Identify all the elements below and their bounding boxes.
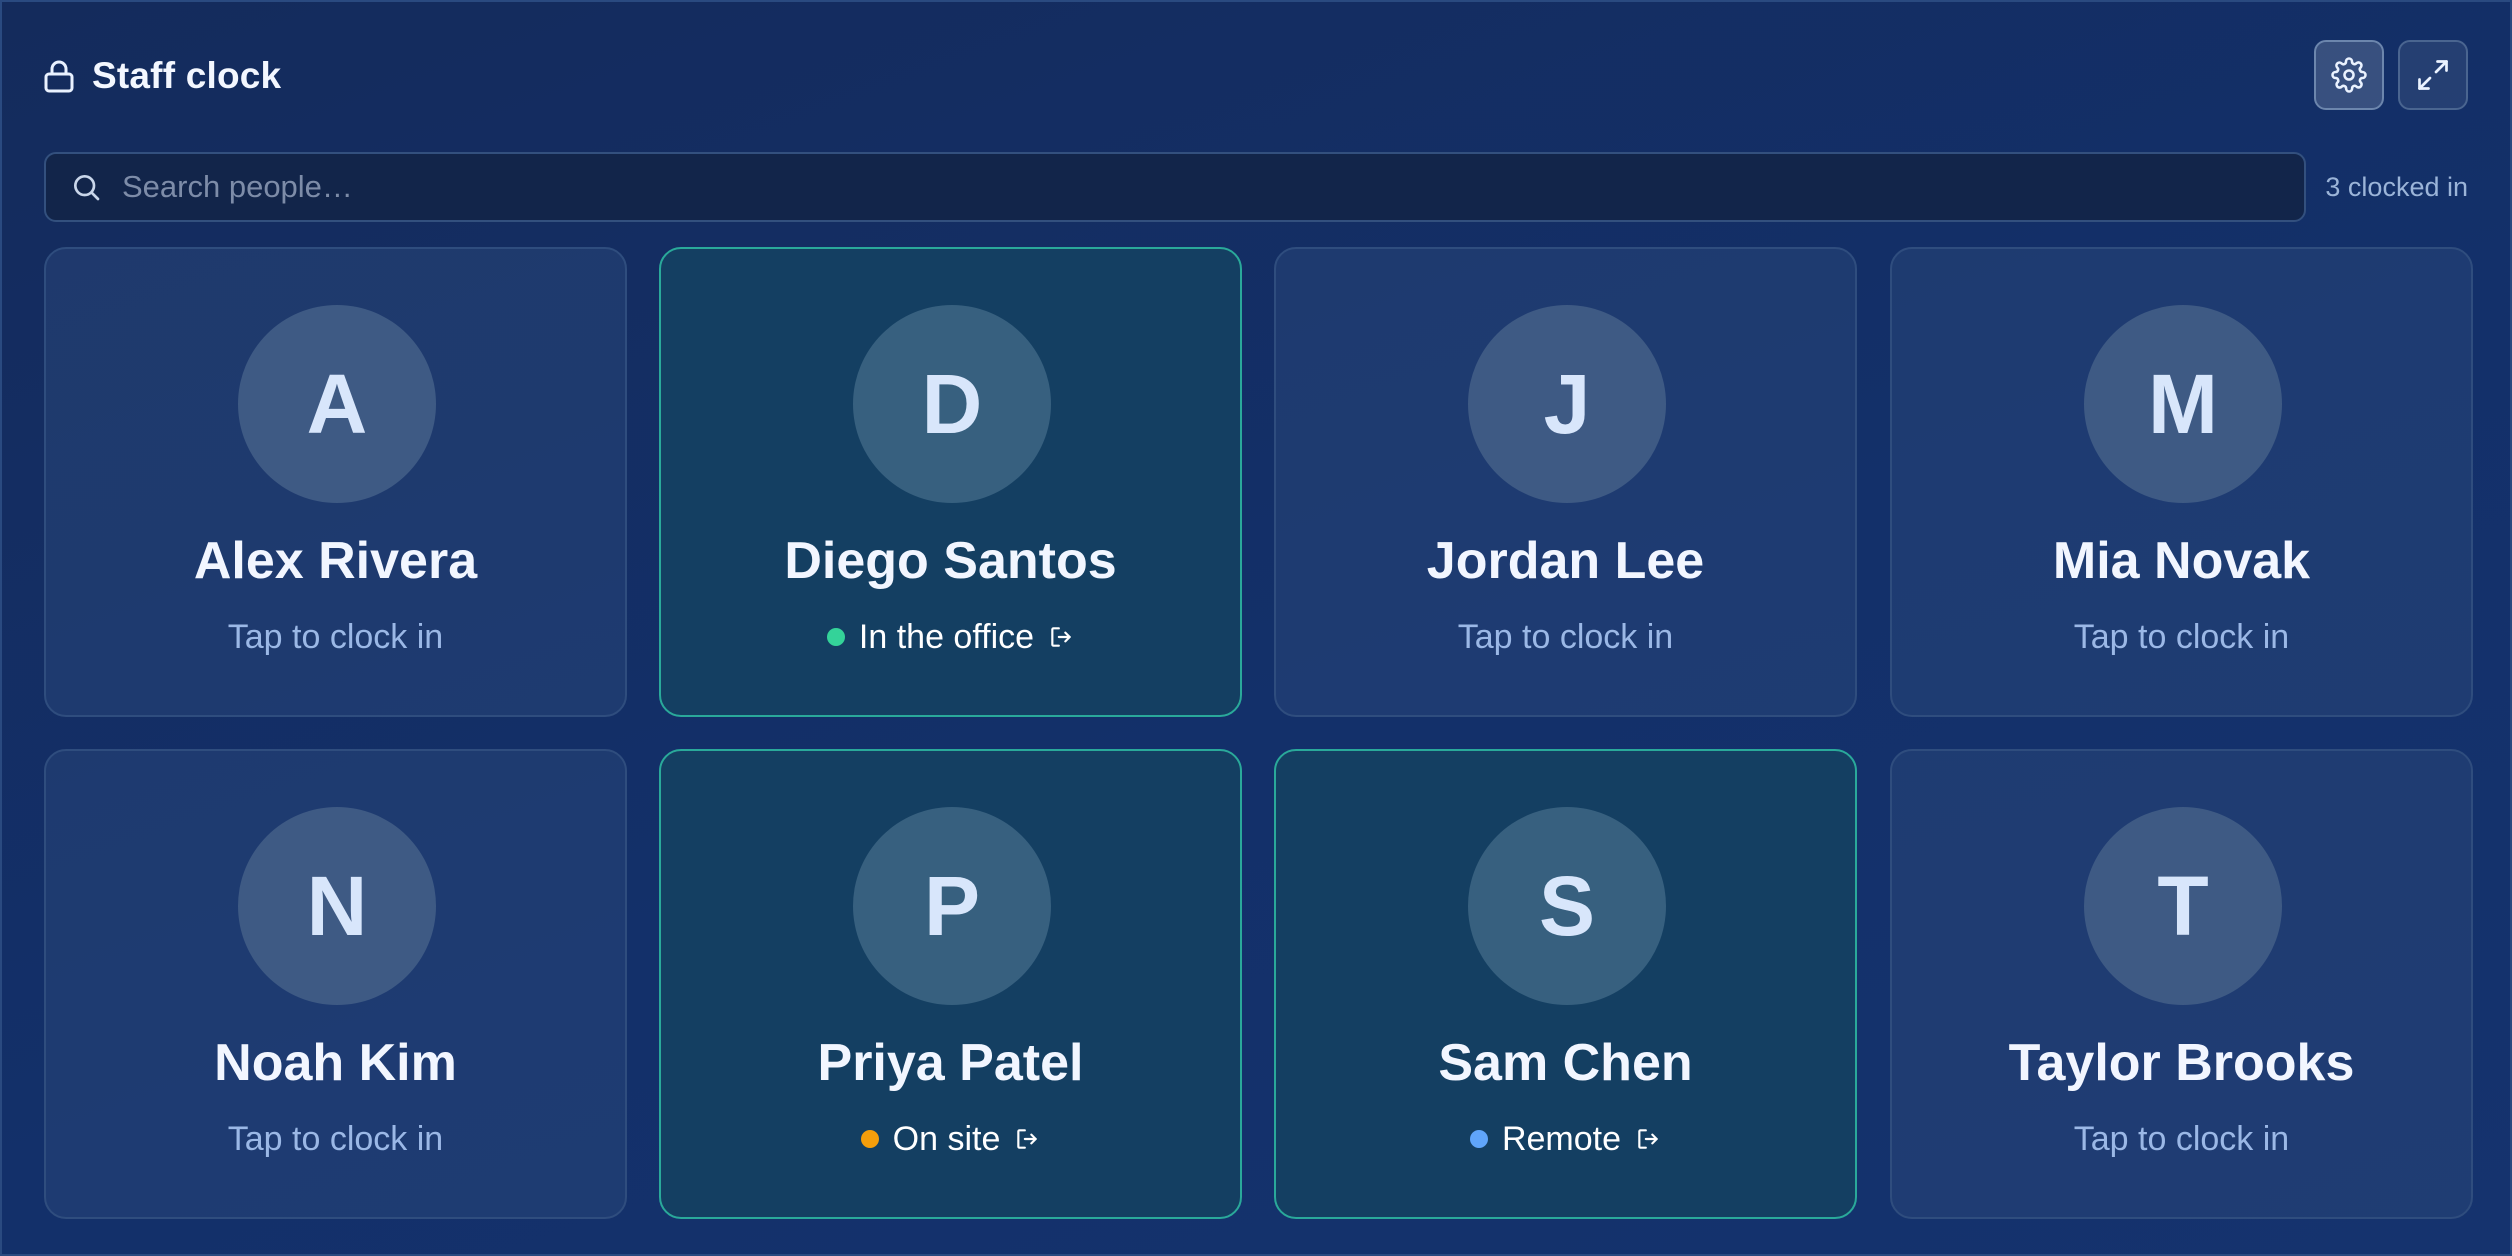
gear-icon xyxy=(2331,57,2367,93)
lock-icon xyxy=(44,60,74,93)
person-name: Noah Kim xyxy=(214,1034,457,1092)
person-card[interactable]: J Jordan Lee Tap to clock in xyxy=(1274,247,1857,717)
avatar: A xyxy=(238,305,436,503)
header: Staff clock xyxy=(44,40,2468,112)
status-text: In the office xyxy=(858,617,1035,656)
person-card[interactable]: A Alex Rivera Tap to clock in xyxy=(44,247,627,717)
person-card[interactable]: S Sam Chen Remote xyxy=(1274,749,1857,1219)
person-status: Tap to clock in xyxy=(1892,1119,2471,1159)
avatar: M xyxy=(2084,305,2282,503)
status-text: Tap to clock in xyxy=(1457,617,1674,656)
person-card[interactable]: N Noah Kim Tap to clock in xyxy=(44,749,627,1219)
status-text: Tap to clock in xyxy=(227,1119,444,1158)
avatar: S xyxy=(1468,807,1666,1005)
person-status: On site xyxy=(661,1119,1240,1159)
status-text: On site xyxy=(892,1119,1001,1158)
avatar: N xyxy=(238,807,436,1005)
settings-button[interactable] xyxy=(2314,40,2384,110)
person-name: Mia Novak xyxy=(2052,532,2311,590)
status-dot xyxy=(860,1130,879,1148)
clock-out-icon[interactable] xyxy=(1048,624,1074,650)
status-text: Remote xyxy=(1501,1119,1622,1158)
status-text: Tap to clock in xyxy=(2073,1119,2290,1158)
person-name: Priya Patel xyxy=(817,1034,1084,1092)
person-status: Tap to clock in xyxy=(46,617,625,657)
fullscreen-button[interactable] xyxy=(2398,40,2468,110)
search-input[interactable] xyxy=(120,156,2304,218)
search-icon xyxy=(74,175,100,201)
status-dot xyxy=(1469,1130,1488,1148)
clocked-in-count: 3 clocked in xyxy=(2325,172,2468,202)
status-text: Tap to clock in xyxy=(2073,617,2290,656)
person-card[interactable]: P Priya Patel On site xyxy=(659,749,1242,1219)
clock-out-icon[interactable] xyxy=(1635,1126,1661,1152)
person-status: Tap to clock in xyxy=(1276,617,1855,657)
avatar: J xyxy=(1468,305,1666,503)
avatar: P xyxy=(853,807,1051,1005)
person-status: Tap to clock in xyxy=(46,1119,625,1159)
search-row: 3 clocked in xyxy=(44,152,2468,222)
person-name: Jordan Lee xyxy=(1426,532,1705,590)
person-status: Remote xyxy=(1276,1119,1855,1159)
expand-icon xyxy=(2418,60,2448,90)
person-card[interactable]: M Mia Novak Tap to clock in xyxy=(1890,247,2473,717)
search-box[interactable] xyxy=(44,152,2306,222)
person-name: Diego Santos xyxy=(784,532,1117,590)
avatar: T xyxy=(2084,807,2282,1005)
person-status: In the office xyxy=(661,617,1240,657)
status-text: Tap to clock in xyxy=(227,617,444,656)
person-name: Sam Chen xyxy=(1438,1034,1693,1092)
status-dot xyxy=(826,628,845,646)
people-grid: A Alex Rivera Tap to clock in D Diego Santos… xyxy=(44,247,2473,1219)
person-card[interactable]: D Diego Santos In the office xyxy=(659,247,1242,717)
title-wrap: Staff clock xyxy=(44,40,281,112)
app-title: Staff clock xyxy=(92,55,282,96)
person-name: Alex Rivera xyxy=(193,532,478,590)
clock-out-icon[interactable] xyxy=(1014,1126,1040,1152)
person-status: Tap to clock in xyxy=(1892,617,2471,657)
avatar: D xyxy=(853,305,1051,503)
person-name: Taylor Brooks xyxy=(2008,1034,2355,1092)
person-card[interactable]: T Taylor Brooks Tap to clock in xyxy=(1890,749,2473,1219)
